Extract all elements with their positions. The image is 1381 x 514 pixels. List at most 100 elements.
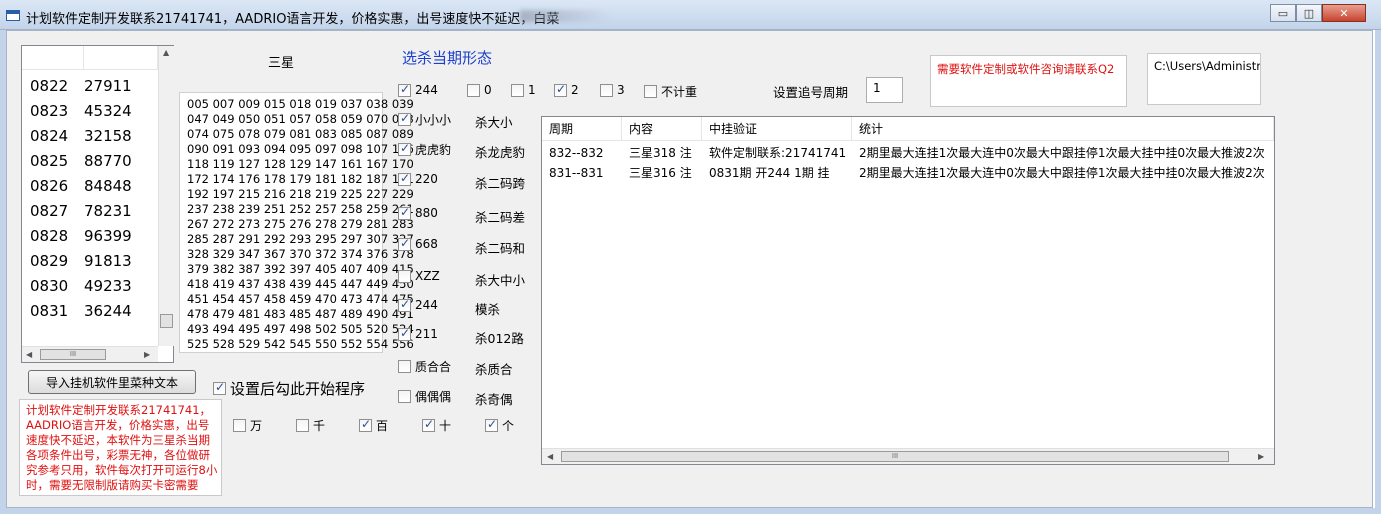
history-col-period[interactable] [22, 46, 84, 70]
import-button[interactable]: 导入挂机软件里菜种文本 [28, 370, 196, 394]
history-row[interactable]: 0823 45324 [30, 99, 160, 124]
position-option-row[interactable]: 百 [359, 417, 388, 434]
filter-option-row[interactable]: 211 [398, 326, 438, 341]
numbers-line: 328 329 347 367 370 372 374 376 378 [187, 247, 414, 261]
filter-option-label: 211 [415, 327, 438, 341]
position-option-row[interactable]: 个 [485, 417, 514, 434]
filter-option-checkbox[interactable] [398, 269, 411, 283]
filter-option-row[interactable]: 220 [398, 171, 438, 186]
filter-option-row[interactable]: 668 [398, 236, 438, 251]
numbers-line: 192 197 215 216 218 219 225 227 229 [187, 187, 414, 201]
position-option-row[interactable]: 十 [422, 417, 451, 434]
restore-button[interactable]: ◫ [1296, 4, 1322, 22]
top-option-checkbox[interactable] [398, 82, 411, 97]
filter-option-checkbox[interactable] [398, 390, 411, 403]
position-option-checkbox[interactable] [296, 419, 309, 432]
history-vscroll-thumb[interactable] [160, 314, 173, 328]
results-hscroll-thumb[interactable]: III [561, 451, 1229, 462]
minimize-button[interactable]: ▭ [1270, 4, 1296, 22]
close-button[interactable]: ✕ [1322, 4, 1366, 22]
path-textbox[interactable]: C:\Users\Administr [1147, 53, 1261, 105]
history-row[interactable]: 0826 84848 [30, 174, 160, 199]
top-option-row[interactable]: 不计重 [644, 83, 697, 100]
top-option-row[interactable]: 0 [467, 83, 492, 97]
position-option-checkbox[interactable] [233, 419, 246, 432]
period-setting-label: 设置追号周期 [773, 85, 849, 100]
top-option-checkbox[interactable] [467, 83, 480, 97]
top-option-checkbox[interactable] [644, 85, 657, 98]
history-vscrollbar[interactable]: ▲ [158, 46, 174, 346]
history-row[interactable]: 0827 78231 [30, 199, 160, 224]
results-col-header[interactable]: 周期 [542, 117, 622, 141]
results-hscrollbar[interactable]: ◀ III ▶ [542, 448, 1274, 464]
scroll-left-icon[interactable]: ◀ [26, 350, 32, 359]
numbers-textbox[interactable]: 005 007 009 015 018 019 037 038 039 047 0… [179, 92, 414, 353]
results-col-header[interactable]: 中挂验证 [702, 117, 852, 141]
top-option-label: 0 [484, 83, 492, 97]
position-option-checkbox[interactable] [485, 417, 498, 432]
position-option-row[interactable]: 千 [296, 417, 325, 434]
top-option-checkbox[interactable] [554, 82, 567, 97]
scroll-right-icon[interactable]: ▶ [144, 350, 150, 359]
sanxing-label: 三星 [268, 56, 295, 71]
results-row[interactable]: 831--831 三星316 注 0831期 开244 1期 挂 2期里最大连挂1次最… [542, 163, 1274, 183]
history-number: 91813 [84, 252, 132, 270]
history-list[interactable]: 0822 27911 0823 45324 0824 32158 0825 88770 0826… [21, 45, 174, 363]
history-row[interactable]: 0822 27911 [30, 74, 160, 99]
history-hscrollbar[interactable]: ◀ III ▶ [22, 346, 158, 362]
history-row[interactable]: 0824 32158 [30, 124, 160, 149]
filter-option-checkbox[interactable] [398, 171, 411, 186]
filter-option-row[interactable]: 质合合 [398, 358, 451, 375]
history-number: 27911 [84, 77, 132, 95]
filter-option-checkbox[interactable] [398, 205, 411, 220]
filter-option-row[interactable]: XZZ [398, 269, 440, 283]
top-option-row[interactable]: 3 [600, 83, 625, 97]
filter-option-row[interactable]: 244 [398, 297, 438, 312]
history-row[interactable]: 0830 49233 [30, 274, 160, 299]
history-row[interactable]: 0831 36244 [30, 299, 160, 324]
position-option-row[interactable]: 万 [233, 417, 262, 434]
title-bar[interactable]: 计划软件定制开发联系21741741，AADRIO语言开发，价格实惠，出号速度快… [0, 0, 1381, 30]
results-cell: 832--832 [549, 146, 604, 160]
results-row[interactable]: 832--832 三星318 注 软件定制联系:21741741 2期里最大连挂1次最… [542, 143, 1274, 163]
results-col-header[interactable]: 统计 [852, 117, 1274, 141]
top-option-checkbox[interactable] [600, 83, 613, 97]
ad-textbox[interactable]: 需要软件定制或软件咨询请联系Q2 [930, 55, 1127, 107]
filter-option-row[interactable]: 偶偶偶 [398, 388, 451, 405]
filter-option-row[interactable]: 虎虎豹 [398, 141, 451, 158]
history-period: 0827 [30, 202, 69, 220]
top-option-row[interactable]: 1 [511, 83, 536, 97]
position-option-checkbox[interactable] [359, 417, 372, 432]
top-option-row[interactable]: 2 [554, 82, 579, 97]
filter-option-checkbox[interactable] [398, 360, 411, 373]
history-col-number[interactable] [84, 46, 158, 70]
results-cell: 2期里最大连挂1次最大连中0次最大中跟挂停1次最大挂中挂0次最大推波2次 [859, 166, 1265, 180]
top-option-row[interactable]: 244 [398, 82, 438, 97]
numbers-line: 451 454 457 458 459 470 473 474 475 [187, 292, 414, 306]
numbers-line: 379 382 387 392 397 405 407 409 415 [187, 262, 414, 276]
history-row[interactable]: 0829 91813 [30, 249, 160, 274]
filter-option-checkbox[interactable] [398, 236, 411, 251]
filter-option-checkbox[interactable] [398, 111, 411, 126]
position-option-checkbox[interactable] [422, 417, 435, 432]
history-row[interactable]: 0825 88770 [30, 149, 160, 174]
results-col-header[interactable]: 内容 [622, 117, 702, 141]
scroll-left-icon[interactable]: ◀ [547, 452, 553, 461]
info-textbox[interactable]: 计划软件定制开发联系21741741，AADRIO语言开发，价格实惠，出号速度快… [19, 399, 222, 496]
start-checkbox-row[interactable]: 设置后勾此开始程序 [213, 378, 365, 399]
scroll-right-icon[interactable]: ▶ [1258, 452, 1264, 461]
top-option-checkbox[interactable] [511, 83, 524, 97]
period-input[interactable]: 1 [866, 77, 903, 103]
history-hscroll-thumb[interactable]: III [40, 349, 106, 360]
filter-option-checkbox[interactable] [398, 326, 411, 341]
start-checkbox[interactable] [213, 380, 226, 395]
filter-option-row[interactable]: 880 [398, 205, 438, 220]
filter-option-row[interactable]: 小小小 [398, 111, 451, 128]
filter-option-checkbox[interactable] [398, 141, 411, 156]
history-row[interactable]: 0828 96399 [30, 224, 160, 249]
history-list-header [22, 46, 158, 70]
filter-option-checkbox[interactable] [398, 297, 411, 312]
scroll-up-icon[interactable]: ▲ [163, 48, 169, 57]
results-table[interactable]: 周期 内容 中挂验证 统计 832--832 三星318 注 软件定制联系:2174174… [541, 116, 1275, 465]
history-number: 88770 [84, 152, 132, 170]
